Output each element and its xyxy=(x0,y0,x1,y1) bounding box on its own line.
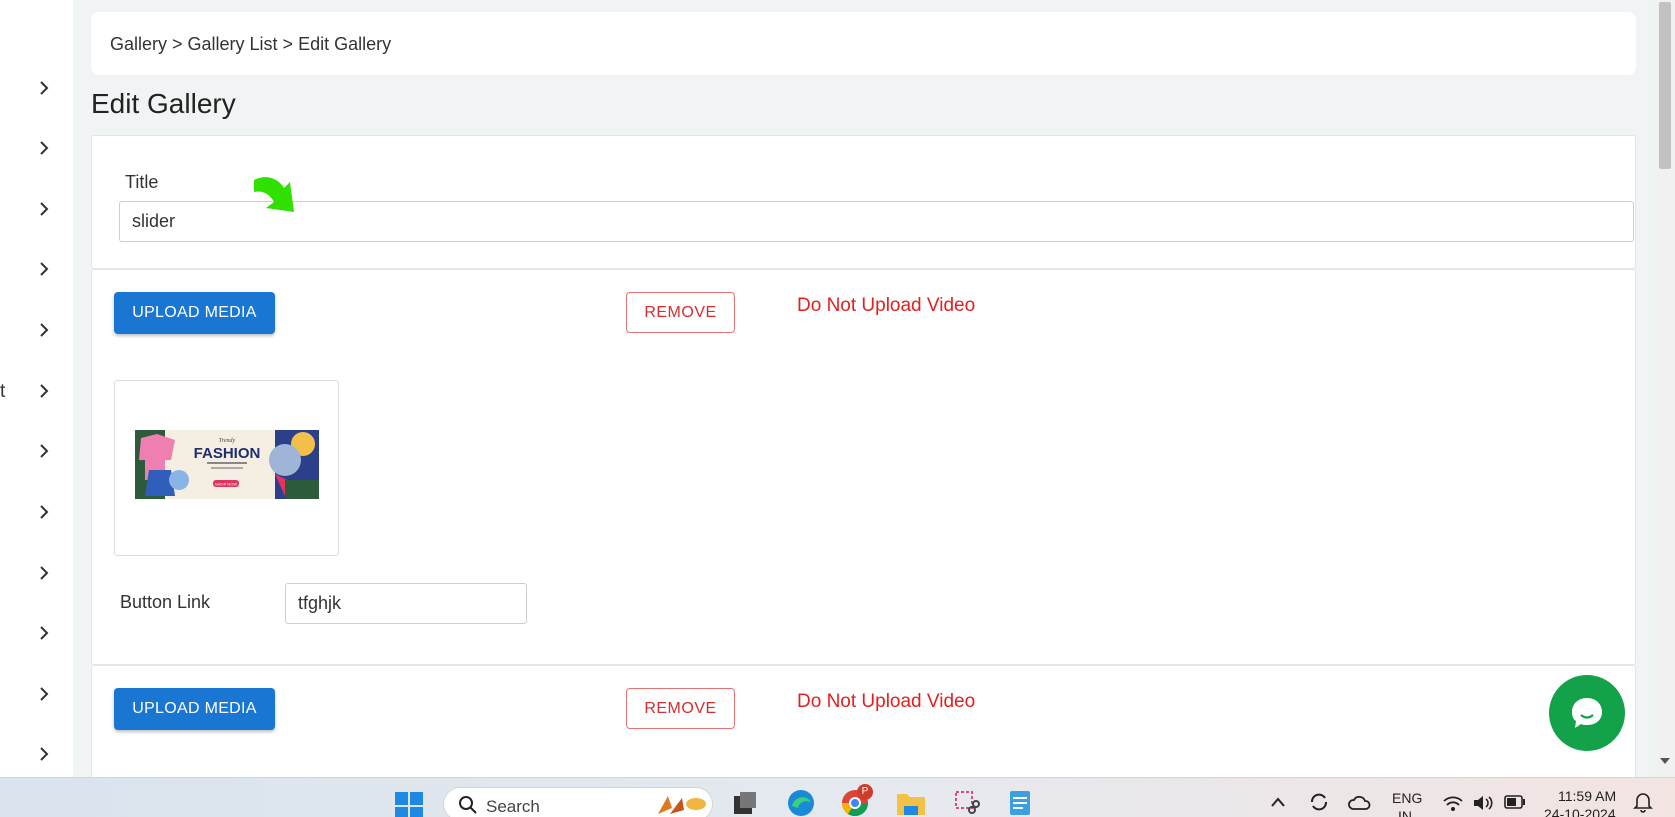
battery-icon[interactable] xyxy=(1504,795,1526,809)
clock-date[interactable]: 24-10-2024 xyxy=(1544,806,1616,817)
arrow-annotation-icon xyxy=(254,177,294,212)
chevron-right-icon xyxy=(40,505,49,519)
video-warning: Do Not Upload Video xyxy=(797,295,976,316)
chevron-right-icon xyxy=(40,262,49,276)
sidebar-item[interactable] xyxy=(0,310,73,350)
banner-small-text: Trendy xyxy=(219,438,236,444)
search-placeholder: Search xyxy=(486,797,540,816)
chevron-right-icon xyxy=(40,444,49,458)
language-region: IN xyxy=(1398,808,1412,817)
scroll-down-arrow-icon[interactable] xyxy=(1660,758,1670,764)
breadcrumb[interactable]: Gallery > Gallery List > Edit Gallery xyxy=(110,34,391,55)
wifi-icon[interactable] xyxy=(1442,794,1464,812)
sidebar: t xyxy=(0,0,73,777)
language-indicator[interactable]: ENG xyxy=(1392,790,1422,806)
notepad-icon[interactable] xyxy=(1008,788,1032,816)
sidebar-item[interactable] xyxy=(0,128,73,168)
sidebar-item[interactable] xyxy=(0,492,73,532)
media-block: UPLOAD MEDIA REMOVE Do Not Upload Video … xyxy=(91,269,1636,665)
remove-button[interactable]: REMOVE xyxy=(626,688,735,729)
button-link-label: Button Link xyxy=(120,592,211,612)
cloud-icon[interactable] xyxy=(1347,793,1371,811)
chevron-right-icon xyxy=(40,323,49,337)
chevron-right-icon xyxy=(40,384,49,398)
task-view-icon[interactable] xyxy=(732,790,758,816)
chrome-profile-badge: P xyxy=(857,784,873,800)
sidebar-item[interactable] xyxy=(0,734,73,774)
scrollbar[interactable] xyxy=(1655,0,1675,777)
breadcrumb-bar: Gallery > Gallery List > Edit Gallery xyxy=(91,12,1636,75)
chevron-right-icon xyxy=(40,687,49,701)
sidebar-item[interactable] xyxy=(0,431,73,471)
notification-bell-icon[interactable] xyxy=(1633,791,1653,813)
remove-button[interactable]: REMOVE xyxy=(626,292,735,333)
taskbar-search[interactable]: Search xyxy=(443,787,713,817)
speaker-icon[interactable] xyxy=(1472,793,1494,813)
upload-media-button[interactable]: UPLOAD MEDIA xyxy=(114,688,275,730)
sidebar-item[interactable] xyxy=(0,553,73,593)
snipping-tool-icon[interactable] xyxy=(952,788,980,816)
chevron-right-icon xyxy=(40,202,49,216)
chevron-right-icon xyxy=(40,81,49,95)
taskbar: Search P ENG IN 11:59 AM 24-10-2024 xyxy=(0,777,1675,817)
button-link-input[interactable] xyxy=(285,583,527,624)
title-card: Title xyxy=(91,135,1636,269)
file-explorer-icon[interactable] xyxy=(896,790,926,816)
chevron-right-icon xyxy=(40,626,49,640)
title-label: Title xyxy=(125,172,159,192)
edge-browser-icon[interactable] xyxy=(786,788,816,817)
media-thumbnail[interactable]: Trendy FASHION SHOP NOW xyxy=(114,380,339,556)
chevron-right-icon xyxy=(40,747,49,761)
upload-media-button[interactable]: UPLOAD MEDIA xyxy=(114,292,275,334)
clock-time[interactable]: 11:59 AM xyxy=(1558,788,1616,804)
search-icon xyxy=(459,796,477,814)
chevron-right-icon xyxy=(40,141,49,155)
sidebar-item[interactable] xyxy=(0,249,73,289)
sidebar-item-label: t xyxy=(0,381,6,402)
page-title: Edit Gallery xyxy=(91,88,236,119)
banner-cta-text: SHOP NOW xyxy=(215,482,237,487)
video-warning: Do Not Upload Video xyxy=(797,691,976,712)
media-block: UPLOAD MEDIA REMOVE Do Not Upload Video xyxy=(91,665,1636,785)
sidebar-item[interactable] xyxy=(0,613,73,653)
autumn-leaves-icon xyxy=(658,796,706,814)
chat-bubble-icon xyxy=(1572,698,1602,728)
banner-title-text: FASHION xyxy=(194,445,261,462)
sidebar-item[interactable] xyxy=(0,68,73,108)
sidebar-item[interactable] xyxy=(0,189,73,229)
chat-button[interactable] xyxy=(1549,675,1625,751)
title-input[interactable] xyxy=(119,201,1634,242)
sync-icon[interactable] xyxy=(1308,791,1330,813)
sidebar-item[interactable] xyxy=(0,674,73,714)
windows-start-icon[interactable] xyxy=(395,792,423,817)
chevron-right-icon xyxy=(40,566,49,580)
sidebar-item[interactable]: t xyxy=(0,371,73,411)
scrollbar-thumb[interactable] xyxy=(1659,2,1671,169)
chevron-up-icon[interactable] xyxy=(1270,796,1286,808)
fashion-banner-image: Trendy FASHION SHOP NOW xyxy=(135,430,319,499)
